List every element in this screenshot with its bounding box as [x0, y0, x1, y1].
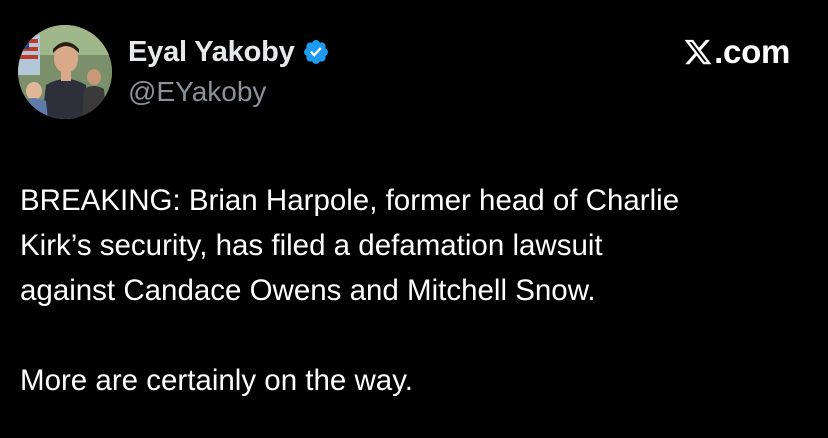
x-com-brand: .com	[683, 32, 790, 72]
tweet-card: Eyal Yakoby @EYakoby .com BREAKING: Bria…	[0, 0, 828, 438]
tweet-line: More are certainly on the way.	[20, 364, 413, 397]
avatar-photo	[18, 25, 112, 119]
tweet-line: against Candace Owens and Mitchell Snow.	[20, 274, 596, 307]
author-display-name[interactable]: Eyal Yakoby	[128, 36, 295, 69]
tweet-line: Kirk’s security, has filed a defamation …	[20, 229, 603, 262]
verified-badge-icon	[302, 38, 330, 66]
avatar[interactable]	[18, 25, 112, 119]
x-logo-icon	[683, 37, 713, 67]
tweet-text: BREAKING: Brian Harpole, former head of …	[20, 178, 820, 403]
brand-domain-text: .com	[714, 33, 790, 70]
author-name-row[interactable]: Eyal Yakoby	[128, 34, 330, 70]
author-handle[interactable]: @EYakoby	[128, 76, 266, 108]
tweet-line: BREAKING: Brian Harpole, former head of …	[20, 184, 680, 217]
